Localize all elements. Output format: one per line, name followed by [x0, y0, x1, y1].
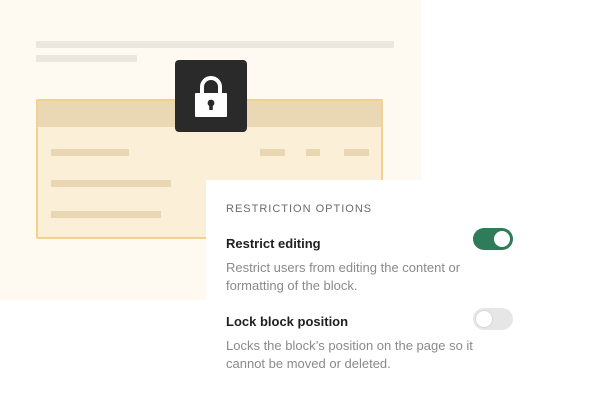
table-cell-placeholder — [306, 149, 320, 156]
table-cell-placeholder — [51, 149, 129, 156]
lock-block-position-description: Locks the block’s position on the page s… — [226, 338, 473, 371]
table-cell-placeholder — [51, 180, 171, 187]
section-title: RESTRICTION OPTIONS — [226, 203, 373, 215]
toggle-knob — [494, 231, 510, 247]
lock-badge — [175, 60, 247, 132]
lock-icon — [195, 76, 227, 117]
table-cell-placeholder — [344, 149, 369, 156]
placeholder-text-line — [36, 41, 394, 48]
table-cell-placeholder — [51, 211, 161, 218]
table-cell-placeholder — [260, 149, 285, 156]
placeholder-text-line — [36, 55, 137, 62]
restrict-editing-title: Restrict editing — [226, 236, 321, 251]
lock-block-position-title: Lock block position — [226, 314, 349, 329]
restriction-options-panel: RESTRICTION OPTIONS Restrict editing Res… — [206, 180, 590, 397]
lock-block-position-toggle[interactable] — [473, 308, 513, 330]
toggle-knob — [476, 311, 492, 327]
restrict-editing-description: Restrict users from editing the content … — [226, 260, 461, 293]
restrict-editing-toggle[interactable] — [473, 228, 513, 250]
